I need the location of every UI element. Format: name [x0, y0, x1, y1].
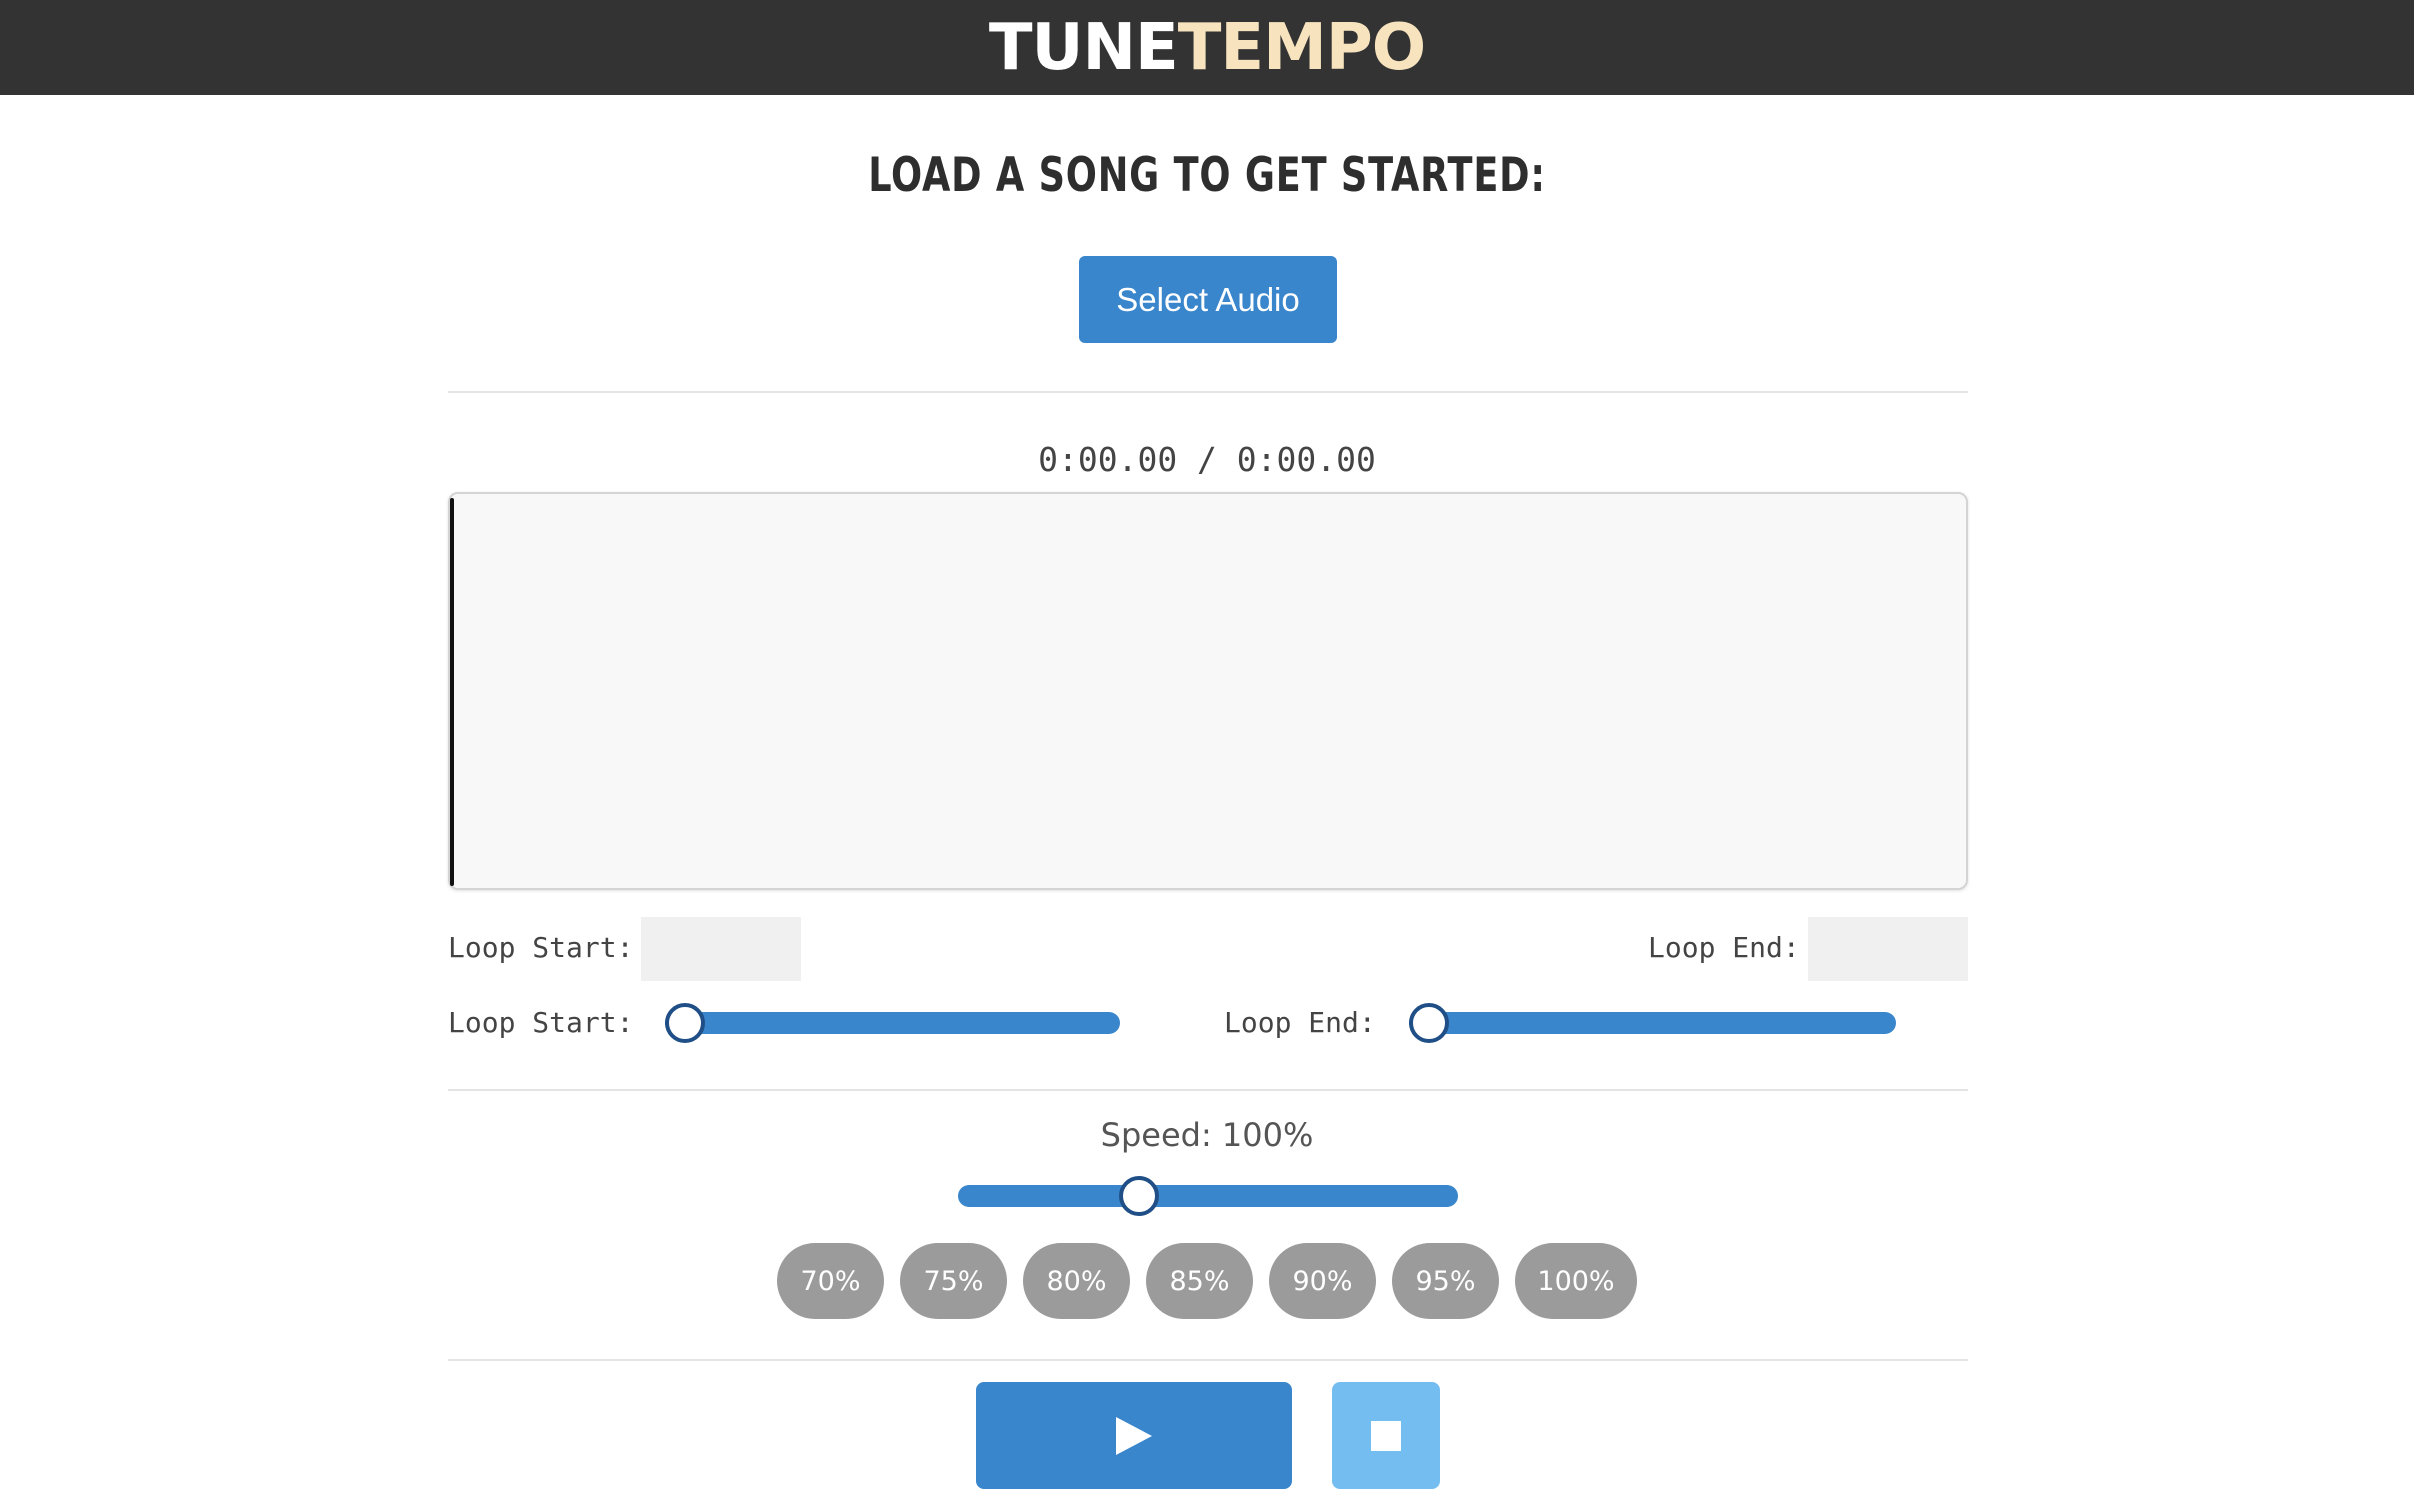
- divider-middle: [448, 1089, 1968, 1091]
- loop-end-slider-thumb[interactable]: [1409, 1003, 1449, 1043]
- speed-preset-70[interactable]: 70%: [777, 1243, 884, 1319]
- stop-button[interactable]: [1332, 1382, 1440, 1489]
- app-header: TUNETEMPO: [0, 0, 2414, 95]
- playhead-cursor[interactable]: [450, 498, 454, 886]
- logo-part-tempo: TEMPO: [1177, 10, 1426, 85]
- speed-preset-75[interactable]: 75%: [900, 1243, 1007, 1319]
- divider-top: [448, 391, 1968, 393]
- play-button[interactable]: [976, 1382, 1292, 1489]
- speed-preset-80[interactable]: 80%: [1023, 1243, 1130, 1319]
- loop-start-field-label: Loop Start:: [448, 931, 634, 964]
- speed-label: Speed: 100%: [1100, 1116, 1314, 1154]
- divider-bottom: [448, 1359, 1968, 1361]
- stop-icon: [1371, 1420, 1401, 1451]
- loop-start-slider-label: Loop Start:: [448, 1006, 634, 1039]
- loop-start-slider-track[interactable]: [665, 1012, 1120, 1034]
- speed-slider-track[interactable]: [958, 1185, 1458, 1207]
- select-audio-button[interactable]: Select Audio: [1079, 256, 1337, 343]
- loop-start-slider-thumb[interactable]: [665, 1003, 705, 1043]
- speed-preset-85[interactable]: 85%: [1146, 1243, 1253, 1319]
- loop-end-slider-track[interactable]: [1409, 1012, 1896, 1034]
- waveform-display[interactable]: [448, 492, 1968, 890]
- speed-preset-95[interactable]: 95%: [1392, 1243, 1499, 1319]
- loop-end-slider-label: Loop End:: [1224, 1006, 1376, 1039]
- speed-slider-thumb[interactable]: [1119, 1176, 1159, 1216]
- loop-start-input[interactable]: [641, 917, 801, 981]
- logo-part-tune: TUNE: [988, 10, 1179, 85]
- speed-preset-100[interactable]: 100%: [1515, 1243, 1637, 1319]
- time-display: 0:00.00 / 0:00.00: [1038, 440, 1376, 479]
- page-heading: LOAD A SONG TO GET STARTED:: [868, 148, 1546, 203]
- speed-preset-90[interactable]: 90%: [1269, 1243, 1376, 1319]
- loop-end-input[interactable]: [1808, 917, 1968, 981]
- app-logo: TUNETEMPO: [989, 16, 1426, 80]
- play-icon: [1116, 1416, 1152, 1455]
- speed-presets: 70% 75% 80% 85% 90% 95% 100%: [777, 1243, 1637, 1319]
- loop-end-field-label: Loop End:: [1648, 931, 1800, 964]
